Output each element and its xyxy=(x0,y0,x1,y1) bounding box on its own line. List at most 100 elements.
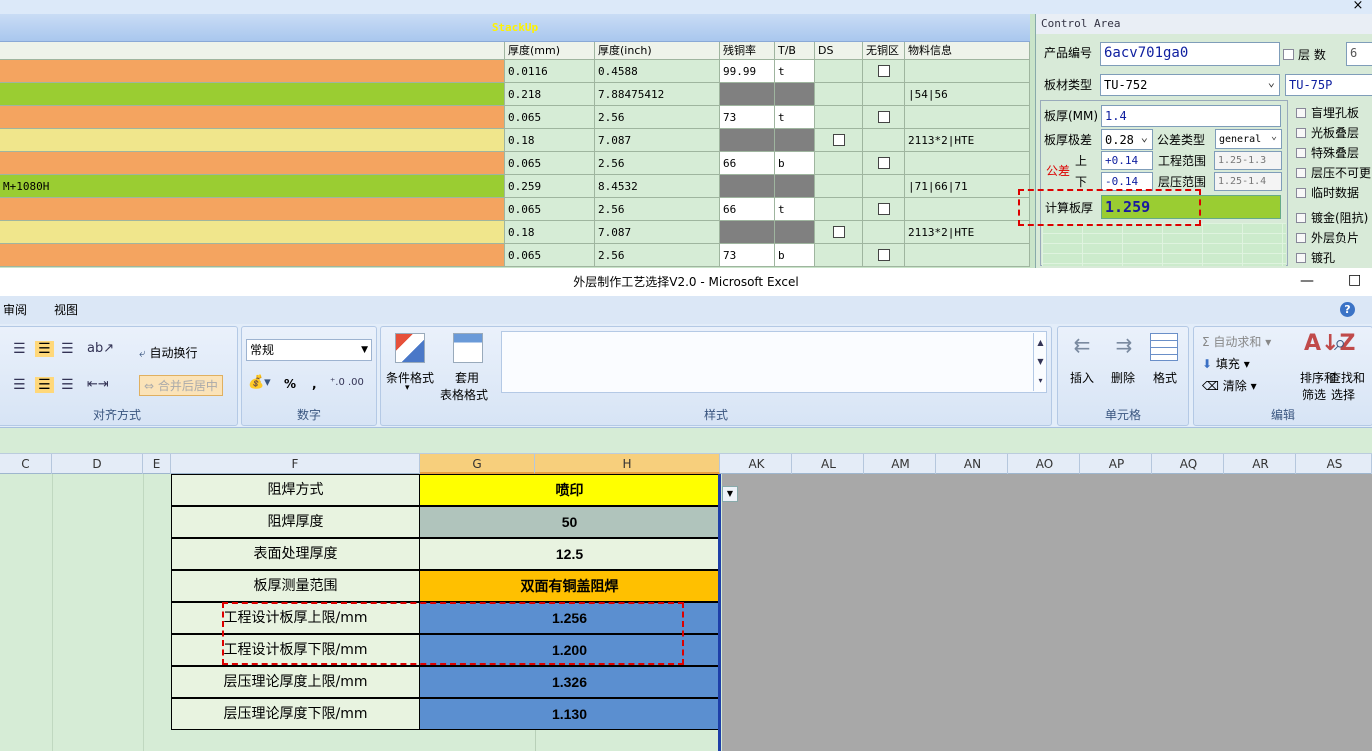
row-value[interactable]: 1.326 xyxy=(419,666,720,698)
align-top-icon[interactable]: ☰ xyxy=(13,341,28,357)
merge-center-button[interactable]: ⇔ 合并后居中 xyxy=(139,375,223,396)
column-header-e[interactable]: E xyxy=(143,454,171,474)
tb-side[interactable]: b xyxy=(775,152,815,175)
option-checkbox[interactable]: 镀金(阻抗) xyxy=(1296,209,1368,227)
option-checkbox[interactable]: 盲埋孔板 xyxy=(1296,104,1359,122)
row-value[interactable]: 双面有铜盖阻焊 xyxy=(419,570,720,602)
no-copper-checkbox[interactable] xyxy=(877,203,890,215)
stackup-row[interactable]: 0.0116 0.4588 99.99 t xyxy=(0,60,1030,83)
column-header-h[interactable]: H xyxy=(535,454,720,474)
copper-rate[interactable]: 73 xyxy=(720,106,775,129)
autosum-button[interactable]: Σ 自动求和 ▾ xyxy=(1202,333,1271,350)
tolerance-type-select[interactable]: general xyxy=(1215,129,1282,149)
align-bottom-icon[interactable]: ☰ xyxy=(61,341,74,357)
tab-review[interactable]: 审阅 xyxy=(3,296,27,324)
upper-tolerance-input[interactable]: +0.14 xyxy=(1101,151,1153,170)
row-value[interactable]: 12.5 xyxy=(419,538,720,570)
copper-rate[interactable]: 73 xyxy=(720,244,775,267)
column-header-as[interactable]: AS xyxy=(1298,454,1372,474)
row-value[interactable]: 1.200 xyxy=(419,634,720,666)
comma-button[interactable]: , xyxy=(312,377,317,391)
stackup-row[interactable]: 0.218 7.88475412 |54|56 xyxy=(0,83,1030,106)
dropdown-arrow-icon[interactable]: ▼ xyxy=(722,486,738,502)
stackup-row[interactable]: 0.065 2.56 66 t xyxy=(0,198,1030,221)
column-header-f[interactable]: F xyxy=(171,454,420,474)
tb-side[interactable]: t xyxy=(775,60,815,83)
ds-checkbox[interactable] xyxy=(832,226,845,238)
column-header-ao[interactable]: AO xyxy=(1010,454,1080,474)
tab-view[interactable]: 视图 xyxy=(54,296,78,324)
align-middle-icon[interactable]: ☰ xyxy=(35,341,54,357)
option-checkbox[interactable]: 镀孔 xyxy=(1296,249,1335,267)
copper-rate[interactable]: 66 xyxy=(720,198,775,221)
stackup-row[interactable]: 0.065 2.56 66 b xyxy=(0,152,1030,175)
number-format-select[interactable]: 常规 ▼ xyxy=(246,339,372,361)
option-checkbox[interactable]: 临时数据 xyxy=(1296,184,1359,202)
column-header-am[interactable]: AM xyxy=(866,454,936,474)
no-copper-checkbox[interactable] xyxy=(877,157,890,169)
stackup-row[interactable]: 0.065 2.56 73 t xyxy=(0,106,1030,129)
minimize-button[interactable]: — xyxy=(1300,273,1314,289)
row-value[interactable]: 50 xyxy=(419,506,720,538)
column-header-ak[interactable]: AK xyxy=(722,454,792,474)
row-value[interactable]: 1.256 xyxy=(419,602,720,634)
currency-icon[interactable]: 💰▾ xyxy=(248,375,271,390)
layers-checkbox[interactable] xyxy=(1283,49,1294,60)
close-icon[interactable]: × xyxy=(1346,0,1370,14)
tb-side[interactable]: b xyxy=(775,244,815,267)
tolerance-range-select[interactable]: 0.28 xyxy=(1101,129,1153,150)
table-format-label-1[interactable]: 套用 xyxy=(455,369,479,386)
board-type-alt[interactable]: TU-75P xyxy=(1285,74,1372,96)
clear-button[interactable]: ⌫ 清除 ▾ xyxy=(1202,377,1257,394)
product-number-input[interactable]: 6acv701ga0 xyxy=(1100,42,1280,66)
table-format-label-2[interactable]: 表格格式 xyxy=(440,386,488,403)
column-header-an[interactable]: AN xyxy=(938,454,1008,474)
orientation-icon[interactable]: ab↗ xyxy=(87,341,114,356)
gallery-scroll-icon[interactable]: ▲ ▼ ▾ xyxy=(1033,333,1047,391)
board-type-select[interactable]: TU-752 xyxy=(1100,74,1280,96)
insert-button[interactable]: 插入 xyxy=(1070,369,1094,386)
stackup-row[interactable]: M+1080H 0.259 8.4532 |71|66|71 xyxy=(0,175,1030,198)
maximize-button[interactable]: □ xyxy=(1348,272,1361,288)
ds-checkbox[interactable] xyxy=(832,134,845,146)
delete-button[interactable]: 删除 xyxy=(1111,369,1135,386)
align-left-icon[interactable]: ☰ xyxy=(13,377,26,393)
find-select-label-1[interactable]: 查找和 xyxy=(1329,369,1365,386)
formula-bar[interactable] xyxy=(0,428,1372,454)
tb-side[interactable]: t xyxy=(775,106,815,129)
fill-button[interactable]: ⬇ 填充 ▾ xyxy=(1202,355,1250,372)
lower-tolerance-input[interactable]: -0.14 xyxy=(1101,172,1153,191)
layers-input[interactable]: 6 xyxy=(1346,42,1372,66)
column-header-g[interactable]: G xyxy=(420,454,535,474)
stackup-row[interactable]: 0.18 7.087 2113*2|HTE xyxy=(0,129,1030,152)
find-select-label-2[interactable]: 选择 xyxy=(1331,386,1355,403)
align-center-icon[interactable]: ☰ xyxy=(35,377,54,393)
column-header-ar[interactable]: AR xyxy=(1226,454,1296,474)
decimal-increase-icon[interactable]: ⁺.0 .00 xyxy=(330,377,364,388)
option-checkbox[interactable]: 特殊叠层 xyxy=(1296,144,1359,162)
column-header-c[interactable]: C xyxy=(0,454,52,474)
column-header-al[interactable]: AL xyxy=(794,454,864,474)
conditional-format-button[interactable]: 条件格式 xyxy=(386,369,434,386)
option-checkbox[interactable]: 光板叠层 xyxy=(1296,124,1359,142)
column-header-d[interactable]: D xyxy=(52,454,143,474)
thickness-input[interactable]: 1.4 xyxy=(1101,105,1281,127)
stackup-row[interactable]: 0.065 2.56 73 b xyxy=(0,244,1030,267)
no-copper-checkbox[interactable] xyxy=(877,65,890,77)
column-header-ap[interactable]: AP xyxy=(1082,454,1152,474)
column-header-aq[interactable]: AQ xyxy=(1154,454,1224,474)
format-button[interactable]: 格式 xyxy=(1153,369,1177,386)
sort-filter-label-2[interactable]: 筛选 xyxy=(1302,386,1326,403)
tb-side[interactable]: t xyxy=(775,198,815,221)
row-value[interactable]: 喷印 xyxy=(419,474,720,506)
no-copper-checkbox[interactable] xyxy=(877,111,890,123)
no-copper-checkbox[interactable] xyxy=(877,249,890,261)
indent-icon[interactable]: ⇤⇥ xyxy=(87,377,109,392)
copper-rate[interactable]: 99.99 xyxy=(720,60,775,83)
option-checkbox[interactable]: 层压不可更 xyxy=(1296,164,1371,182)
wrap-text-button[interactable]: ⤶ 自动换行 xyxy=(139,344,198,361)
option-checkbox[interactable]: 外层负片 xyxy=(1296,229,1359,247)
help-icon[interactable]: ? xyxy=(1340,302,1355,317)
percent-button[interactable]: % xyxy=(284,377,296,391)
row-value[interactable]: 1.130 xyxy=(419,698,720,730)
